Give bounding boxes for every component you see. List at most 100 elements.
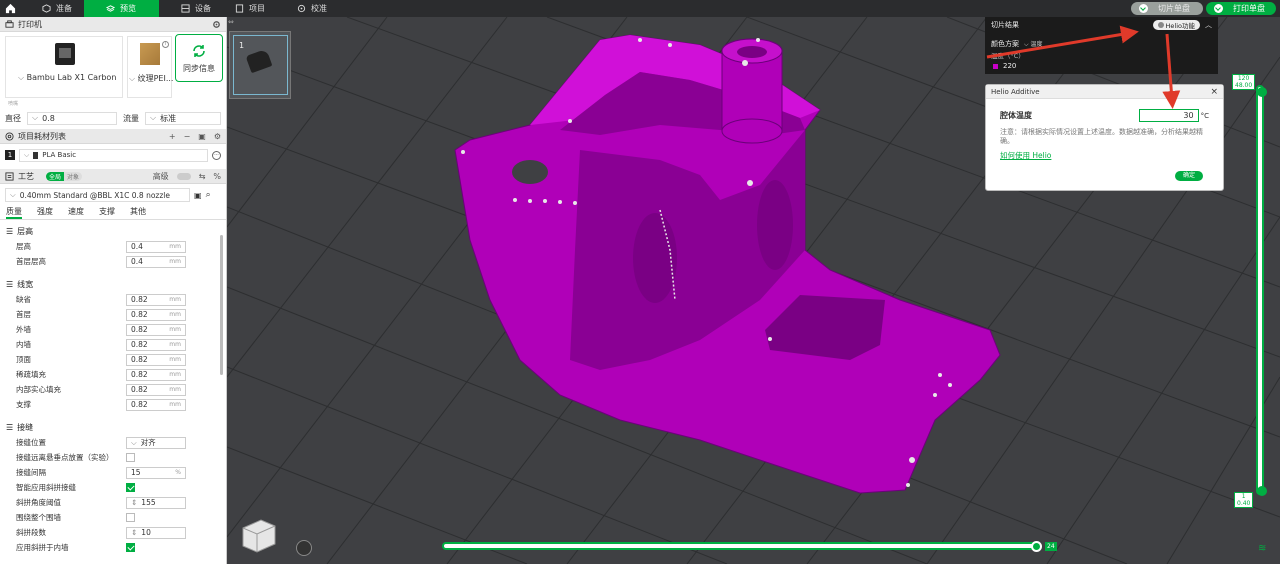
tab-prepare[interactable]: 准备 xyxy=(20,0,84,17)
legend-unit: 温度（°C） xyxy=(991,52,1025,60)
setting-input[interactable]: 15% xyxy=(126,466,186,479)
sidebar-collapse-icon[interactable]: ⇔ xyxy=(228,18,237,27)
flow-select[interactable]: ⌵ 标准 xyxy=(145,111,221,125)
layer-top-label[interactable]: 120 48.00 xyxy=(1232,74,1256,90)
layer-slider[interactable] xyxy=(1256,85,1264,495)
setting-input[interactable]: 0.4 mm xyxy=(126,255,186,268)
layer-bottom-handle[interactable] xyxy=(1257,486,1267,496)
setting-label: 稀疏填充 xyxy=(16,370,46,379)
setting-label: 层高 xyxy=(16,242,31,251)
more-icon[interactable]: ··· xyxy=(212,150,221,160)
minus-icon[interactable]: − xyxy=(184,132,191,141)
layer-top-handle[interactable] xyxy=(1257,87,1267,97)
entire-loop-checkbox[interactable] xyxy=(126,513,135,522)
compare-icon[interactable]: ⇆ xyxy=(199,172,206,181)
group-title: 接缝 xyxy=(17,423,34,432)
setting-value: 15 xyxy=(131,468,141,477)
setting-value: 0.82 xyxy=(131,325,148,334)
tab-device[interactable]: 设备 xyxy=(159,0,223,17)
print-plate-button[interactable]: 打印单盘 xyxy=(1206,2,1276,15)
helio-help-link[interactable]: 如何使用 Helio xyxy=(986,146,1223,161)
tab-quality[interactable]: 质量 xyxy=(6,206,22,219)
chevron-down-icon[interactable]: ⌵ xyxy=(129,74,138,83)
process-profile-select[interactable]: ⌵ 0.40mm Standard @BBL X1C 0.8 nozzle xyxy=(5,188,190,202)
plus-icon[interactable]: + xyxy=(169,132,176,141)
view-settings-icon[interactable] xyxy=(296,540,312,556)
save-icon[interactable]: ▣ xyxy=(194,191,202,200)
tab-speed[interactable]: 速度 xyxy=(68,206,84,219)
ok-button[interactable]: 确定 xyxy=(1175,171,1203,181)
seam-position-select[interactable]: ⌵ 对齐 xyxy=(126,436,186,449)
filament-select[interactable]: ⌵ PLA Basic xyxy=(18,148,209,162)
flow-label: 流量 xyxy=(123,113,139,123)
helio-toggle[interactable]: Helio功能 xyxy=(1152,20,1200,30)
setting-input[interactable]: 0.82 mm xyxy=(126,383,186,396)
object-toggle[interactable]: 对象 xyxy=(64,171,83,181)
gear-icon[interactable]: ⚙ xyxy=(214,132,221,141)
smart-scarf-checkbox[interactable] xyxy=(126,483,135,492)
info-icon[interactable]: i xyxy=(162,41,169,48)
global-object-toggle[interactable]: 全局 对象 xyxy=(46,171,83,181)
plate-card[interactable]: i ⌵ 纹理PEI... xyxy=(127,36,173,98)
printer-name: Bambu Lab X1 Carbon xyxy=(26,73,117,82)
layers-stack-icon[interactable]: ≋ xyxy=(1258,543,1269,554)
sync-info-button[interactable]: 同步信息 xyxy=(175,34,223,82)
collapse-icon[interactable]: ︿ xyxy=(1205,20,1212,30)
setting-value: 155 xyxy=(141,498,156,507)
tab-calibration[interactable]: 校准 xyxy=(277,0,339,17)
setting-input[interactable]: 0.4 mm xyxy=(126,240,186,253)
move-slider-handle[interactable] xyxy=(1031,541,1042,552)
percent-icon[interactable]: % xyxy=(213,172,221,181)
view-cube[interactable] xyxy=(237,514,279,556)
setting-input[interactable]: 0.82 mm xyxy=(126,398,186,411)
seam-overhang-checkbox[interactable] xyxy=(126,453,135,462)
segments-stepper[interactable]: ⇕ 10 xyxy=(126,526,186,539)
move-slider[interactable] xyxy=(442,542,1039,550)
chevron-down-icon[interactable]: ⌵ xyxy=(18,73,27,82)
chamber-temp-input[interactable]: 30 xyxy=(1138,109,1199,122)
setting-input[interactable]: 0.82 mm xyxy=(126,323,186,336)
setting-value: 0.82 xyxy=(131,310,148,319)
nozzle-note: 喷嘴 xyxy=(8,101,19,107)
home-icon xyxy=(5,3,15,14)
tab-support[interactable]: 支撑 xyxy=(99,206,115,219)
advanced-switch[interactable] xyxy=(176,172,191,180)
angle-stepper[interactable]: ⇕ 155 xyxy=(126,496,186,509)
gear-icon[interactable] xyxy=(212,20,221,29)
diameter-select[interactable]: ⌵ 0.8 xyxy=(27,111,117,125)
inner-wall-checkbox[interactable] xyxy=(126,543,135,552)
plate-thumbnail[interactable]: 1 xyxy=(229,31,291,99)
global-toggle[interactable]: 全局 xyxy=(46,171,65,181)
slice-plate-button[interactable]: 切片单盘 xyxy=(1131,2,1203,15)
tab-project[interactable]: 项目 xyxy=(223,0,277,17)
dialog-header: Helio Additive × xyxy=(986,85,1223,99)
chevron-down-icon: ⌵ xyxy=(131,437,137,447)
color-scheme-select[interactable]: ⌵ 温度 xyxy=(1024,39,1042,49)
setting-row: 接缝位置 ⌵ 对齐 xyxy=(0,435,226,450)
tab-others[interactable]: 其他 xyxy=(130,206,146,219)
setting-input[interactable]: 0.82 mm xyxy=(126,293,186,306)
save-icon[interactable]: ▣ xyxy=(198,132,206,141)
setting-value: 0.82 xyxy=(131,385,148,394)
settings-scrollbar[interactable] xyxy=(220,235,223,375)
chevron-down-icon[interactable] xyxy=(1214,4,1223,13)
setting-input[interactable]: 0.82 mm xyxy=(126,308,186,321)
layer-bottom-label[interactable]: 1 0.40 xyxy=(1234,492,1254,508)
top-height: 48.00 xyxy=(1235,82,1253,89)
home-button[interactable] xyxy=(0,0,20,17)
group-title: 线宽 xyxy=(17,280,34,289)
chevron-down-icon[interactable] xyxy=(1139,4,1148,13)
setting-input[interactable]: 0.82 mm xyxy=(126,368,186,381)
setting-row: 稀疏填充 0.82 mm xyxy=(0,367,226,382)
unit: mm xyxy=(169,311,181,318)
close-icon[interactable]: × xyxy=(1210,87,1218,97)
setting-row: 接缝远离悬垂点放置（实验） xyxy=(0,450,226,465)
tab-preview[interactable]: 预览 xyxy=(84,0,159,17)
setting-input[interactable]: 0.82 mm xyxy=(126,353,186,366)
filament-slot[interactable]: 1 xyxy=(5,150,15,160)
legend-value: 220 xyxy=(1003,62,1017,70)
printer-card[interactable]: ⌵ Bambu Lab X1 Carbon xyxy=(5,36,123,98)
search-icon[interactable]: ⌕ xyxy=(206,190,211,200)
tab-strength[interactable]: 强度 xyxy=(37,206,53,219)
setting-input[interactable]: 0.82 mm xyxy=(126,338,186,351)
